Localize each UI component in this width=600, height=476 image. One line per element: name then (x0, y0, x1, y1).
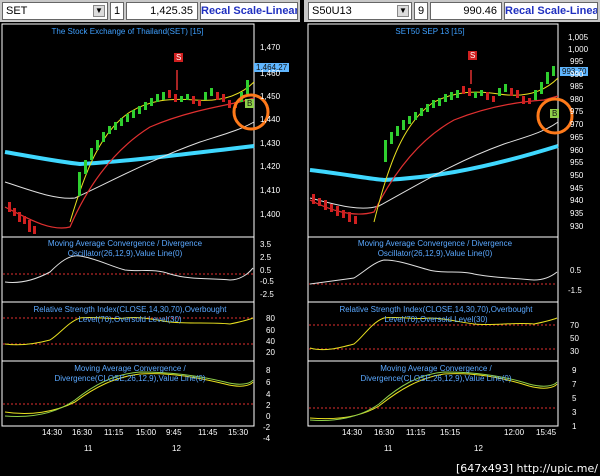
right-macd1-label: Moving Average Convergence / Divergence … (357, 239, 513, 258)
left-chart-panel: SET ▼ 1 1,425.35 Recal Scale-Linear The … (0, 0, 300, 476)
left-recal-scale-button[interactable]: Recal Scale-Linear (200, 2, 298, 20)
left-macd1-line (4, 255, 254, 283)
right-macd1-line (309, 259, 558, 285)
right-symbol-dropdown[interactable]: S50U13 ▼ (308, 2, 412, 20)
left-ma-red (4, 97, 255, 229)
right-price-display: 990.46 (430, 2, 502, 20)
right-symbol-label: S50U13 (312, 5, 352, 17)
watermark: [647x493] http://upic.me/ (455, 462, 598, 475)
left-symbol-label: SET (6, 5, 28, 17)
left-signal-b: B (245, 99, 255, 108)
right-ma-cyan (309, 144, 559, 183)
right-time-axis: 14:30 16:30 11:15 15:15 12:00 15:45 (342, 428, 557, 437)
left-macd2-label: Moving Average Convergence / Divergence(… (54, 364, 206, 383)
left-ma-yellow (69, 81, 255, 223)
left-price-display: 1,425.35 (126, 2, 198, 20)
left-ma-cyan (4, 144, 255, 167)
left-symbol-dropdown[interactable]: SET ▼ (2, 2, 108, 20)
right-candles (312, 66, 555, 224)
left-rsi-label: Relative Strength Index(CLOSE,14,30,70),… (33, 305, 227, 324)
left-macd1-label: Moving Average Convergence / Divergence … (47, 239, 203, 258)
right-day-axis: 11 12 (384, 444, 483, 453)
right-ma-white (309, 121, 559, 209)
right-signal-s: S (468, 51, 478, 60)
left-time-axis: 14:30 16:30 11:15 15:00 9:45 11:45 15:30 (42, 428, 249, 437)
chevron-down-icon[interactable]: ▼ (93, 5, 105, 17)
left-count-field[interactable]: 1 (110, 2, 124, 20)
left-day-axis: 11 12 (84, 444, 181, 453)
right-signal-b: B (550, 109, 560, 118)
right-recal-scale-button[interactable]: Recal Scale-Linear (504, 2, 598, 20)
right-macd2-label: Moving Average Convergence / Divergence(… (360, 364, 512, 383)
right-rsi-label: Relative Strength Index(CLOSE,14,30,70),… (339, 305, 533, 324)
right-count-field[interactable]: 9 (414, 2, 428, 20)
right-chart-panel: S50U13 ▼ 9 990.46 Recal Scale-Linear SET… (304, 0, 600, 476)
chevron-down-icon[interactable]: ▼ (397, 5, 409, 17)
left-signal-s: S (174, 53, 184, 62)
